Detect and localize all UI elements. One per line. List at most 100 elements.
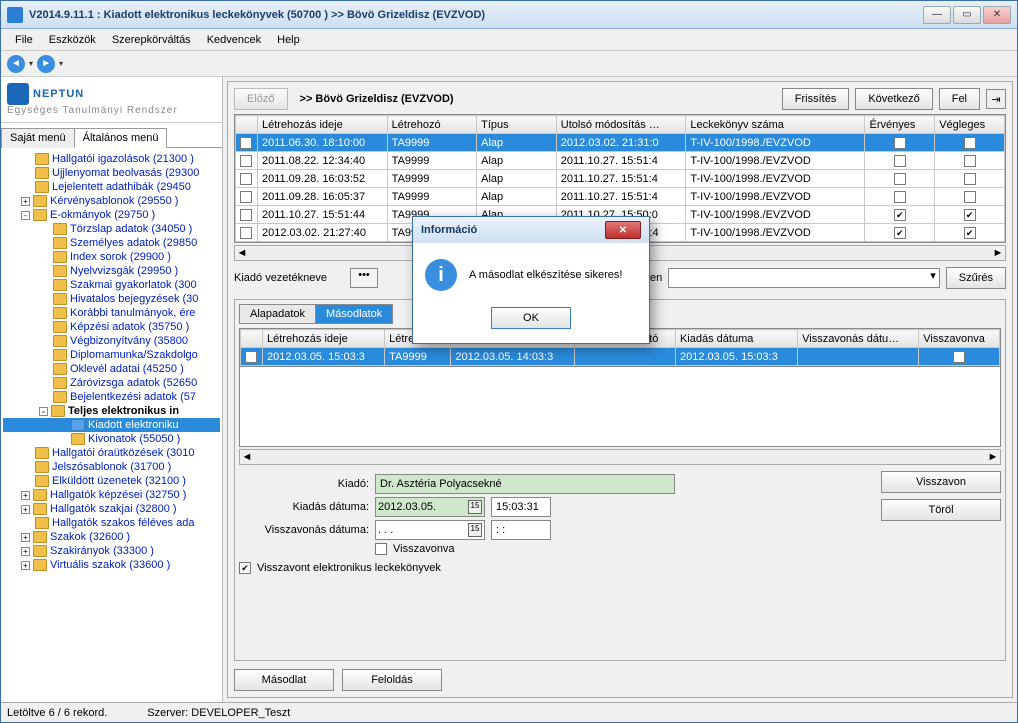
menu-eszközök[interactable]: Eszközök [41, 32, 104, 48]
ervenyes-checkbox[interactable] [894, 155, 906, 167]
tree-item[interactable]: Személyes adatok (29850 [3, 236, 220, 250]
subtab-masodlatok[interactable]: Másodlatok [315, 304, 393, 324]
tree-item[interactable]: Oklevél adatai (45250 ) [3, 362, 220, 376]
tree-item[interactable]: +Szakirányok (33300 ) [3, 544, 220, 558]
tree-item[interactable]: -E-okmányok (29750 ) [3, 208, 220, 222]
ervenyes-checkbox[interactable]: ✔ [894, 209, 906, 221]
row-checkbox[interactable] [240, 191, 252, 203]
szures-button[interactable]: Szűrés [946, 267, 1006, 289]
torol-button[interactable]: Töröl [881, 499, 1001, 521]
dialog-ok-button[interactable]: OK [491, 307, 571, 329]
vegleges-checkbox[interactable] [964, 191, 976, 203]
tree-item[interactable]: Végbizonyítvány (35800 [3, 334, 220, 348]
tree-item[interactable]: Index sorok (29900 ) [3, 250, 220, 264]
table-row[interactable]: 2011.09.28. 16:05:37TA9999Alap2011.10.27… [236, 188, 1005, 206]
tree-item[interactable]: Hivatalos bejegyzések (30 [3, 292, 220, 306]
calendar-icon[interactable]: 15 [468, 500, 482, 514]
menu-kedvencek[interactable]: Kedvencek [199, 32, 269, 48]
feloldas-button[interactable]: Feloldás [342, 669, 442, 691]
dropdown-icon[interactable]: ▾ [29, 59, 33, 68]
row-checkbox[interactable] [245, 351, 257, 363]
tree-item[interactable]: Hallgatók szakos féléves ada [3, 516, 220, 530]
tree-item[interactable]: Bejelentkezési adatok (57 [3, 390, 220, 404]
tree-item[interactable]: -Teljes elektronikus in [3, 404, 220, 418]
kiadas-time-field[interactable]: 15:03:31 [491, 497, 551, 517]
tree-item[interactable]: Záróvizsga adatok (52650 [3, 376, 220, 390]
visszavonas-time-field[interactable]: : : [491, 520, 551, 540]
tree-item[interactable]: Szakmai gyakorlatok (300 [3, 278, 220, 292]
ervenyes-checkbox[interactable]: ✔ [894, 227, 906, 239]
nav-back-button[interactable]: ◄ [7, 55, 25, 73]
detail-grid-scrollbar[interactable]: ◄► [239, 449, 1001, 465]
vegleges-checkbox[interactable]: ✔ [964, 227, 976, 239]
masodlat-button[interactable]: Másodlat [234, 669, 334, 691]
table-row[interactable]: 2011.09.28. 16:03:52TA9999Alap2011.10.27… [236, 170, 1005, 188]
subtab-alapadatok[interactable]: Alapadatok [239, 304, 316, 324]
minimize-button[interactable]: — [923, 6, 951, 24]
row-checkbox[interactable] [240, 173, 252, 185]
tree-item[interactable]: Jelszósablonok (31700 ) [3, 460, 220, 474]
tree-item[interactable]: Törzslap adatok (34050 ) [3, 222, 220, 236]
menu-szerepkörváltás[interactable]: Szerepkörváltás [104, 32, 199, 48]
tree-item[interactable]: Kivonatok (55050 ) [3, 432, 220, 446]
tree-item[interactable]: Ujjlenyomat beolvasás (29300 [3, 166, 220, 180]
up-button[interactable]: Fel [939, 88, 980, 110]
tree-item[interactable]: Elküldött üzenetek (32100 ) [3, 474, 220, 488]
detail-panel: Alapadatok Másodlatok Létrehozás idejeLé… [234, 299, 1006, 661]
prev-button[interactable]: Előző [234, 88, 288, 110]
table-row[interactable]: 2012.03.05. 15:03:3TA99992012.03.05. 14:… [241, 348, 1000, 366]
visszavonva-checkbox[interactable] [375, 543, 387, 555]
menu-help[interactable]: Help [269, 32, 308, 48]
info-dialog: Információ ✕ i A másodlat elkészítése si… [412, 216, 650, 344]
dropdown-icon[interactable]: ▾ [59, 59, 63, 68]
tree-item[interactable]: Hallgatói óraütközések (3010 [3, 446, 220, 460]
vegleges-checkbox[interactable] [964, 137, 976, 149]
kiadas-date-field[interactable]: 2012.03.05.15 [375, 497, 485, 517]
tree-item[interactable]: +Szakok (32600 ) [3, 530, 220, 544]
ervenyes-checkbox[interactable] [894, 173, 906, 185]
visszavont-checkbox[interactable]: ✔ [239, 562, 251, 574]
window-title: V2014.9.11.1 : Kiadott elektronikus leck… [29, 9, 923, 21]
table-row[interactable]: 2011.08.22. 12:34:40TA9999Alap2011.10.27… [236, 152, 1005, 170]
tree-item[interactable]: +Hallgatók képzései (32750 ) [3, 488, 220, 502]
tree-item[interactable]: +Virtuális szakok (33600 ) [3, 558, 220, 572]
tree-item[interactable]: +Kérvénysablonok (29550 ) [3, 194, 220, 208]
visszavonva-cell-checkbox[interactable] [953, 351, 965, 363]
filter-select[interactable]: ▾ [668, 268, 940, 288]
row-checkbox[interactable] [240, 155, 252, 167]
tree-item[interactable]: Képzési adatok (35750 ) [3, 320, 220, 334]
vegleges-checkbox[interactable] [964, 173, 976, 185]
tree-item[interactable]: Diplomamunka/Szakdolgo [3, 348, 220, 362]
filter-more-button[interactable]: ••• [350, 268, 378, 288]
row-checkbox[interactable] [240, 227, 252, 239]
tree-item[interactable]: Lejelentett adathibák (29450 [3, 180, 220, 194]
tree-item[interactable]: +Hallgatók szakjai (32800 ) [3, 502, 220, 516]
menu-file[interactable]: File [7, 32, 41, 48]
refresh-button[interactable]: Frissítés [782, 88, 850, 110]
tree-item[interactable]: Hallgatói igazolások (21300 ) [3, 152, 220, 166]
visszavonas-date-field[interactable]: . . .15 [375, 520, 485, 540]
calendar-icon[interactable]: 15 [468, 523, 482, 537]
row-checkbox[interactable] [240, 137, 252, 149]
table-row[interactable]: 2011.06.30. 18:10:00TA9999Alap2012.03.02… [236, 134, 1005, 152]
maximize-button[interactable]: ▭ [953, 6, 981, 24]
ervenyes-checkbox[interactable] [894, 191, 906, 203]
dialog-close-button[interactable]: ✕ [605, 221, 641, 239]
kiado-field[interactable]: Dr. Asztéria Polyacsekné [375, 474, 675, 494]
vegleges-checkbox[interactable]: ✔ [964, 209, 976, 221]
close-button[interactable]: ✕ [983, 6, 1011, 24]
tree-item[interactable]: Nyelvvizsgák (29950 ) [3, 264, 220, 278]
tab-sajat-menu[interactable]: Saját menü [1, 128, 75, 148]
tree-item[interactable]: Korábbi tanulmányok, ére [3, 306, 220, 320]
grid-empty-area [239, 367, 1001, 447]
nav-forward-button[interactable]: ► [37, 55, 55, 73]
visszavon-button[interactable]: Visszavon [881, 471, 1001, 493]
row-checkbox[interactable] [240, 209, 252, 221]
next-button[interactable]: Következő [855, 88, 932, 110]
navigation-tree[interactable]: Hallgatói igazolások (21300 )Ujjlenyomat… [1, 148, 222, 702]
pin-button[interactable]: ⇥ [986, 89, 1006, 109]
vegleges-checkbox[interactable] [964, 155, 976, 167]
tree-item[interactable]: Kiadott elektroniku [3, 418, 220, 432]
tab-altalanos-menu[interactable]: Általános menü [74, 128, 168, 148]
ervenyes-checkbox[interactable] [894, 137, 906, 149]
